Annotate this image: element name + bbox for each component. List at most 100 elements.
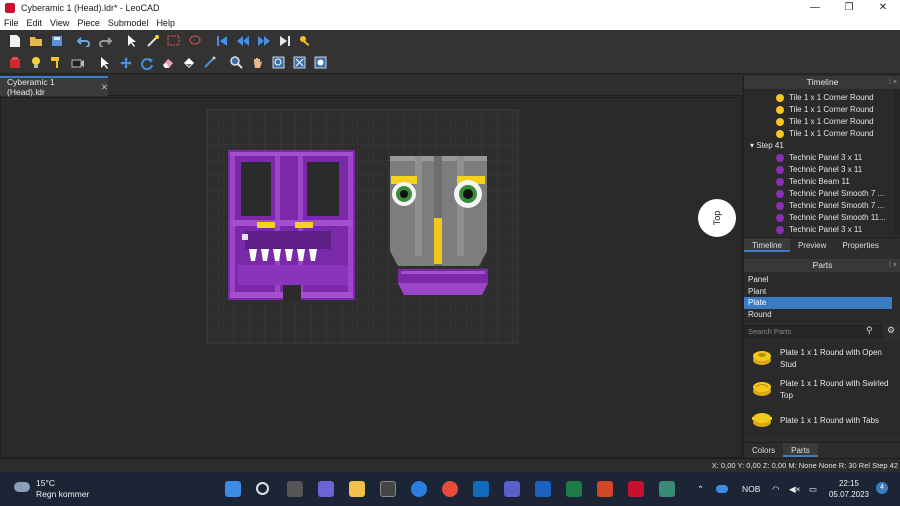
- timeline-item[interactable]: Tile 1 x 1 Corner Round: [744, 92, 894, 104]
- close-window-button[interactable]: ✕: [866, 0, 900, 16]
- timeline-item[interactable]: Technic Panel Smooth 7 ...: [744, 188, 894, 200]
- input-language[interactable]: NOB: [742, 484, 760, 494]
- menu-piece[interactable]: Piece: [77, 18, 100, 28]
- rotate-icon[interactable]: [138, 54, 155, 71]
- last-step-icon[interactable]: [276, 33, 293, 50]
- magic-wand-icon[interactable]: [144, 33, 161, 50]
- open-folder-icon[interactable]: [27, 33, 44, 50]
- menu-view[interactable]: View: [50, 18, 69, 28]
- outlook-icon[interactable]: [473, 481, 489, 497]
- menu-submodel[interactable]: Submodel: [108, 18, 149, 28]
- next-step-icon[interactable]: [255, 33, 272, 50]
- tab-timeline[interactable]: Timeline: [744, 238, 790, 252]
- task-view-icon[interactable]: [287, 481, 303, 497]
- notification-badge[interactable]: 4: [876, 482, 888, 494]
- timeline-title: Timeline: [806, 77, 839, 87]
- category-item[interactable]: Plant: [744, 286, 892, 298]
- tab-preview[interactable]: Preview: [790, 238, 834, 252]
- category-item-selected[interactable]: Plate: [744, 297, 892, 309]
- view-cube[interactable]: Top: [698, 199, 736, 237]
- paint-roller-icon[interactable]: [48, 54, 65, 71]
- select-cursor-icon[interactable]: [96, 54, 113, 71]
- tab-properties[interactable]: Properties: [834, 238, 886, 252]
- timeline-item[interactable]: Tile 1 x 1 Corner Round: [744, 128, 894, 140]
- region-select-icon[interactable]: [165, 33, 182, 50]
- select-arrow-icon[interactable]: [123, 33, 140, 50]
- parts-category-list[interactable]: Panel Plant Plate Round: [744, 273, 900, 323]
- wifi-icon[interactable]: ◠: [772, 484, 779, 495]
- model-viewport[interactable]: Top: [0, 97, 742, 458]
- teams-icon[interactable]: [504, 481, 520, 497]
- timeline-item[interactable]: Technic Panel 3 x 11: [744, 164, 894, 176]
- parts-dock-controls[interactable]: ⁞ ×: [889, 259, 897, 272]
- excel-icon[interactable]: [566, 481, 582, 497]
- first-step-icon[interactable]: [213, 33, 230, 50]
- menu-edit[interactable]: Edit: [27, 18, 43, 28]
- system-clock[interactable]: 22:15 05.07.2023: [826, 478, 872, 500]
- title-bar: Cyberamic 1 (Head).ldr* - LeoCAD — ❐ ✕: [0, 0, 900, 16]
- camera-icon[interactable]: [69, 54, 86, 71]
- paint-bucket-icon[interactable]: [180, 54, 197, 71]
- timeline-item[interactable]: Technic Panel Smooth 7 ...: [744, 200, 894, 212]
- part-item[interactable]: Plate 1 x 1 Round with Open Stud: [744, 343, 900, 374]
- timeline-scrollbar[interactable]: [894, 89, 900, 236]
- color-picker-icon[interactable]: [201, 54, 218, 71]
- timeline-dock-controls[interactable]: ⁞ ×: [889, 76, 897, 89]
- category-item[interactable]: Round: [744, 309, 892, 321]
- timeline-item[interactable]: Tile 1 x 1 Corner Round: [744, 104, 894, 116]
- category-item[interactable]: Panel: [744, 274, 892, 286]
- timeline-item[interactable]: Technic Panel Smooth 11...: [744, 212, 894, 224]
- minimize-button[interactable]: —: [798, 0, 832, 16]
- light-bulb-icon[interactable]: [27, 54, 44, 71]
- lasso-icon[interactable]: [186, 33, 203, 50]
- menu-help[interactable]: Help: [156, 18, 175, 28]
- chrome-icon[interactable]: [442, 481, 458, 497]
- leocad-taskbar-icon[interactable]: [628, 481, 644, 497]
- new-file-icon[interactable]: [6, 33, 23, 50]
- gear-icon[interactable]: ⚙: [887, 325, 899, 338]
- timeline-tree[interactable]: Tile 1 x 1 Corner Round Tile 1 x 1 Corne…: [744, 89, 900, 236]
- battery-icon[interactable]: ▭: [809, 484, 817, 495]
- part-item[interactable]: Plate 1 x 1 Round with Tabs: [744, 405, 900, 436]
- timeline-item[interactable]: Technic Beam 11: [744, 176, 894, 188]
- eraser-icon[interactable]: [159, 54, 176, 71]
- tab-colors[interactable]: Colors: [744, 443, 783, 457]
- chevron-up-icon[interactable]: ⌃: [697, 484, 704, 495]
- powerpoint-icon[interactable]: [597, 481, 613, 497]
- store-icon[interactable]: [380, 481, 396, 497]
- volume-icon[interactable]: ◀×: [789, 484, 801, 495]
- previous-step-icon[interactable]: [234, 33, 251, 50]
- maximize-button[interactable]: ❐: [832, 0, 866, 16]
- timeline-item[interactable]: Tile 1 x 1 Corner Round: [744, 116, 894, 128]
- timeline-step-41[interactable]: ▾ Step 41: [750, 140, 784, 152]
- file-explorer-icon[interactable]: [349, 481, 365, 497]
- timeline-item[interactable]: Technic Panel 3 x 11: [744, 224, 894, 236]
- parts-search-input[interactable]: Search Parts: [744, 325, 882, 338]
- menu-file[interactable]: File: [4, 18, 19, 28]
- part-item[interactable]: Plate 1 x 1 Round with Swirled Top: [744, 374, 900, 405]
- zoom-extents-icon[interactable]: [291, 54, 308, 71]
- save-icon[interactable]: [48, 33, 65, 50]
- roll-icon[interactable]: [312, 54, 329, 71]
- word-icon[interactable]: [535, 481, 551, 497]
- search-icon[interactable]: ⚲: [866, 325, 878, 338]
- tab-parts[interactable]: Parts: [783, 443, 818, 457]
- timeline-item[interactable]: Technic Panel 3 x 11: [744, 152, 894, 164]
- parts-list[interactable]: Plate 1 x 1 Round with Open Stud Plate 1…: [744, 341, 900, 438]
- pinned-app-icon[interactable]: [659, 481, 675, 497]
- move-icon[interactable]: [117, 54, 134, 71]
- zoom-region-icon[interactable]: [270, 54, 287, 71]
- onedrive-icon[interactable]: [716, 485, 728, 493]
- document-tab[interactable]: Cyberamic 1 (Head).ldr ✕: [0, 76, 108, 97]
- search-icon[interactable]: [256, 482, 269, 495]
- zoom-icon[interactable]: [228, 54, 245, 71]
- close-tab-icon[interactable]: ✕: [101, 82, 108, 93]
- redo-icon[interactable]: [96, 33, 113, 50]
- teams-chat-icon[interactable]: [318, 481, 334, 497]
- start-windows-icon[interactable]: [225, 481, 241, 497]
- insert-brick-icon[interactable]: [6, 54, 23, 71]
- undo-icon[interactable]: [75, 33, 92, 50]
- safari-icon[interactable]: [411, 481, 427, 497]
- pan-hand-icon[interactable]: [249, 54, 266, 71]
- key-icon[interactable]: [297, 33, 314, 50]
